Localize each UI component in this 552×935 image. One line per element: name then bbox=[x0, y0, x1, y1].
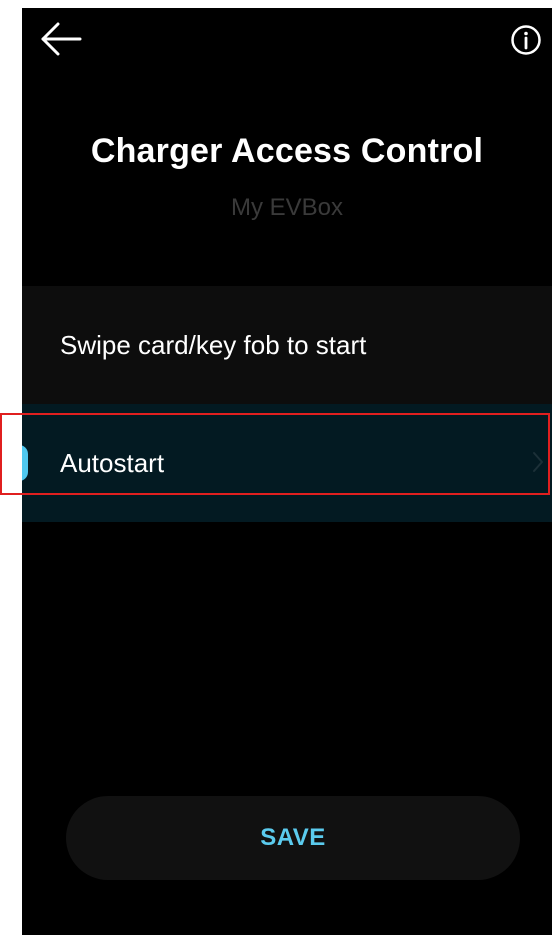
charger-access-control-screen: Charger Access Control My EVBox Swipe ca… bbox=[22, 8, 552, 935]
page-title: Charger Access Control bbox=[90, 132, 484, 170]
option-label: Autostart bbox=[60, 448, 165, 478]
option-swipe-card[interactable]: Swipe card/key fob to start bbox=[22, 286, 552, 404]
access-options-list: Swipe card/key fob to start Autostart bbox=[22, 286, 552, 522]
option-label: Swipe card/key fob to start bbox=[60, 330, 367, 360]
selected-indicator bbox=[22, 445, 28, 481]
info-circle-icon[interactable] bbox=[510, 24, 542, 56]
charger-name-subtitle: My EVBox bbox=[230, 194, 344, 221]
chevron-right-icon bbox=[533, 452, 543, 472]
save-button[interactable]: SAVE bbox=[66, 796, 520, 880]
arrow-left-icon[interactable] bbox=[40, 22, 82, 56]
option-autostart[interactable]: Autostart bbox=[22, 404, 552, 522]
